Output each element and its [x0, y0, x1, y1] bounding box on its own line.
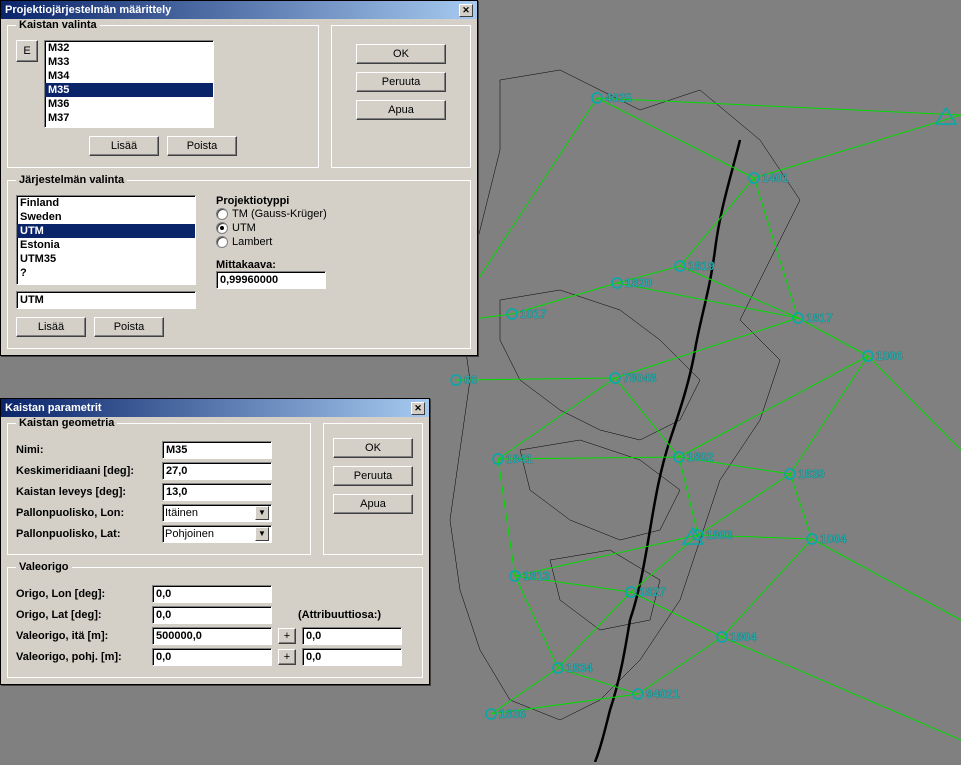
list-item[interactable]: M33	[45, 55, 213, 69]
scale-label: Mittakaava:	[216, 259, 327, 271]
list-item[interactable]: M34	[45, 69, 213, 83]
help-button[interactable]: Apua	[356, 100, 446, 120]
origo-lon-label: Origo, Lon [deg]:	[16, 588, 146, 600]
width-input[interactable]	[162, 483, 272, 501]
false-n-input[interactable]	[152, 648, 272, 666]
zone-remove-button[interactable]: Poista	[167, 136, 237, 156]
system-add-button[interactable]: Lisää	[16, 317, 86, 337]
chevron-down-icon: ▼	[255, 527, 269, 541]
svg-text:1401: 1401	[762, 171, 789, 185]
plus-button[interactable]: +	[278, 649, 296, 665]
chevron-down-icon: ▼	[255, 506, 269, 520]
false-e-input[interactable]	[152, 627, 272, 645]
zone-geometry-group: Kaistan geometria Nimi: Keskimeridiaani …	[7, 423, 311, 555]
system-selection-group: Järjestelmän valinta FinlandSwedenUTMEst…	[7, 180, 471, 349]
list-item[interactable]: UTM35	[17, 252, 195, 266]
list-item[interactable]: UTM	[17, 224, 195, 238]
name-label: Nimi:	[16, 444, 156, 456]
radio-lambert[interactable]: Lambert	[216, 235, 327, 249]
dialog1-titlebar[interactable]: Projektiojärjestelmän määrittely ✕	[1, 1, 477, 19]
close-icon[interactable]: ✕	[459, 4, 473, 17]
name-input[interactable]	[162, 441, 272, 459]
dialog2-buttons: OK Peruuta Apua	[323, 423, 423, 555]
svg-text:1834: 1834	[566, 661, 593, 675]
system-remove-button[interactable]: Poista	[94, 317, 164, 337]
ok-button[interactable]: OK	[333, 438, 413, 458]
hemi-lat-select[interactable]: Pohjoinen▼	[162, 525, 272, 543]
svg-text:1817: 1817	[806, 311, 833, 325]
hemi-lon-select[interactable]: Itäinen▼	[162, 504, 272, 522]
zone-add-button[interactable]: Lisää	[89, 136, 159, 156]
dialog1-buttons: OK Peruuta Apua	[331, 25, 471, 168]
e-button[interactable]: E	[16, 40, 38, 62]
plus-button[interactable]: +	[278, 628, 296, 644]
svg-text:1804: 1804	[730, 630, 757, 644]
radio-utm[interactable]: UTM	[216, 221, 327, 235]
geom-section-label: Kaistan geometria	[16, 417, 117, 429]
cancel-button[interactable]: Peruuta	[333, 466, 413, 486]
zone-section-label: Kaistan valinta	[16, 19, 100, 31]
zone-listbox[interactable]: M32M33M34M35M36M37	[44, 40, 214, 128]
cancel-button[interactable]: Peruuta	[356, 72, 446, 92]
svg-text:1827: 1827	[639, 585, 666, 599]
svg-text:1820: 1820	[625, 276, 652, 290]
svg-text:1819: 1819	[688, 259, 715, 273]
meridian-input[interactable]	[162, 462, 272, 480]
radio-tm[interactable]: TM (Gauss-Krüger)	[216, 207, 327, 221]
list-item[interactable]: M37	[45, 111, 213, 125]
scale-input[interactable]	[216, 271, 326, 289]
svg-text:1803: 1803	[706, 528, 733, 542]
list-item[interactable]: ?	[17, 266, 195, 280]
svg-text:66: 66	[464, 373, 478, 387]
meridian-label: Keskimeridiaani [deg]:	[16, 465, 156, 477]
svg-text:94021: 94021	[646, 687, 680, 701]
width-label: Kaistan leveys [deg]:	[16, 486, 156, 498]
dialog2-titlebar[interactable]: Kaistan parametrit ✕	[1, 399, 429, 417]
false-e-attr-input[interactable]	[302, 627, 402, 645]
list-item[interactable]: M35	[45, 83, 213, 97]
close-icon[interactable]: ✕	[411, 402, 425, 415]
false-origin-group: Valeorigo Origo, Lon [deg]: Origo, Lat […	[7, 567, 423, 678]
projection-def-dialog: Projektiojärjestelmän määrittely ✕ Kaist…	[0, 0, 478, 356]
attrib-label: (Attribuuttiosa:)	[298, 609, 381, 621]
hemi-lat-label: Pallonpuolisko, Lat:	[16, 528, 156, 540]
dialog2-title: Kaistan parametrit	[5, 402, 102, 414]
falseorig-section-label: Valeorigo	[16, 561, 72, 573]
false-n-attr-input[interactable]	[302, 648, 402, 666]
svg-text:1836: 1836	[499, 707, 526, 721]
svg-text:1004: 1004	[820, 532, 847, 546]
svg-text:1839: 1839	[798, 467, 825, 481]
system-listbox[interactable]: FinlandSwedenUTMEstoniaUTM35?	[16, 195, 196, 285]
list-item[interactable]: Estonia	[17, 238, 195, 252]
help-button[interactable]: Apua	[333, 494, 413, 514]
svg-text:1006: 1006	[876, 349, 903, 363]
projtype-label: Projektiotyppi	[216, 195, 327, 207]
svg-text:1813: 1813	[523, 569, 550, 583]
dialog1-title: Projektiojärjestelmän määrittely	[5, 4, 171, 16]
list-item[interactable]: M36	[45, 97, 213, 111]
origo-lat-input[interactable]	[152, 606, 272, 624]
list-item[interactable]: Finland	[17, 196, 195, 210]
svg-text:1017: 1017	[520, 307, 547, 321]
svg-text:1841: 1841	[506, 452, 533, 466]
false-e-label: Valeorigo, itä [m]:	[16, 630, 146, 642]
false-n-label: Valeorigo, pohj. [m]:	[16, 651, 146, 663]
svg-text:78048: 78048	[623, 371, 657, 385]
system-section-label: Järjestelmän valinta	[16, 174, 127, 186]
zone-params-dialog: Kaistan parametrit ✕ Kaistan geometria N…	[0, 398, 430, 685]
ok-button[interactable]: OK	[356, 44, 446, 64]
origo-lat-label: Origo, Lat [deg]:	[16, 609, 146, 621]
map-canvas[interactable]: 4025140118191820101762181710066678048184…	[440, 0, 961, 762]
zone-selection-group: Kaistan valinta E M32M33M34M35M36M37 Lis…	[7, 25, 319, 168]
list-item[interactable]: Sweden	[17, 210, 195, 224]
origo-lon-input[interactable]	[152, 585, 272, 603]
svg-text:4025: 4025	[605, 91, 632, 105]
list-item[interactable]: M32	[45, 41, 213, 55]
hemi-lon-label: Pallonpuolisko, Lon:	[16, 507, 156, 519]
svg-text:1802: 1802	[687, 450, 714, 464]
system-name-input[interactable]	[16, 291, 196, 309]
